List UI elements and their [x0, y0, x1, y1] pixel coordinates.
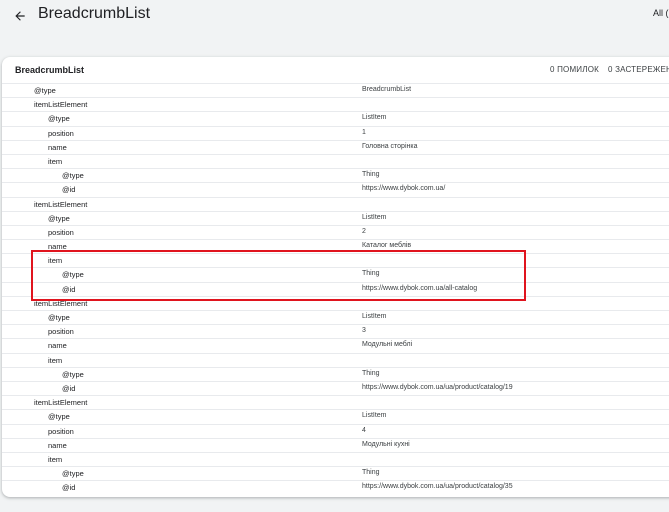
property-value: ListItem — [362, 412, 387, 420]
table-row: @type Thing — [2, 366, 669, 381]
property-value: Каталог меблів — [362, 242, 412, 250]
page-title: BreadcrumbList — [38, 5, 151, 22]
filter-dropdown[interactable]: All ( — [653, 8, 669, 18]
property-value: Thing — [362, 171, 380, 179]
structured-data-card: BreadcrumbList 0 ПОМИЛОК 0 ЗАСТЕРЕЖЕН @t… — [2, 57, 669, 497]
property-name: @type — [48, 313, 70, 322]
property-name: item — [48, 156, 63, 166]
error-count: 0 ПОМИЛОК — [550, 65, 599, 74]
property-value: Thing — [362, 369, 380, 377]
table-row: position 3 — [2, 324, 669, 338]
property-value: https://www.dybok.com.ua/ua/product/cata… — [362, 483, 513, 491]
property-name: @type — [62, 469, 84, 479]
property-value: ListItem — [362, 313, 387, 320]
table-row: @type Thing — [2, 466, 669, 480]
arrow-back-icon — [15, 11, 25, 21]
table-row: item — [2, 253, 669, 267]
table-row: position 1 — [2, 125, 669, 140]
table-row: itemListElement — [2, 295, 669, 310]
property-name: @type — [62, 270, 84, 280]
property-value: BreadcrumbList — [362, 86, 412, 93]
table-row: itemListElement — [2, 97, 669, 111]
property-value: https://www.dybok.com.ua/ua/product/cata… — [362, 383, 513, 391]
table-row: @type Thing — [2, 168, 669, 182]
property-name: @id — [62, 185, 76, 195]
table-row: name Модульні меблі — [2, 338, 669, 352]
property-name: position — [48, 227, 74, 237]
property-name: itemListElement — [34, 398, 88, 408]
table-row: name Модульні кухні — [2, 437, 669, 452]
property-name: @type — [48, 412, 70, 422]
property-value: ListItem — [362, 114, 387, 122]
property-name: position — [48, 128, 74, 138]
table-row: item — [2, 352, 669, 367]
property-value: ListItem — [362, 213, 387, 221]
table-row: @id https://www.dybok.com.ua/ua/product/c… — [2, 380, 669, 395]
table-row: item — [2, 153, 669, 168]
property-value: Модульні кухні — [362, 440, 410, 448]
property-name: item — [48, 355, 63, 365]
table-row: name Головна сторінка — [2, 139, 669, 154]
table-row: @type ListItem — [2, 310, 669, 324]
table-row: name Каталог меблів — [2, 239, 669, 253]
property-name: @type — [62, 171, 84, 181]
property-name: name — [48, 142, 67, 152]
table-row: @id https://www.dybok.com.ua/ — [2, 182, 669, 196]
table-row: @type ListItem — [2, 210, 669, 225]
property-name: name — [48, 440, 67, 450]
table-row: position 4 — [2, 423, 669, 438]
card-header[interactable]: BreadcrumbList 0 ПОМИЛОК 0 ЗАСТЕРЕЖЕН — [2, 57, 669, 83]
property-name: item — [48, 256, 63, 266]
property-name: position — [48, 426, 74, 436]
property-name: position — [48, 327, 74, 337]
property-name: name — [48, 341, 67, 351]
back-button[interactable] — [10, 6, 30, 26]
table-row: itemListElement — [2, 395, 669, 409]
property-name: @id — [62, 483, 76, 493]
property-name: name — [48, 242, 67, 252]
property-value: Модульні меблі — [362, 341, 413, 349]
table-row: @type ListItem — [2, 409, 669, 423]
property-name: item — [48, 454, 63, 464]
table-row: @id https://www.dybok.com.ua/all-catalog — [2, 281, 669, 296]
table-row: item — [2, 451, 669, 466]
table-row: @type ListItem — [2, 111, 669, 125]
table-row: itemListElement — [2, 196, 669, 211]
property-name: itemListElement — [34, 199, 88, 209]
property-name: @id — [62, 383, 76, 393]
property-name: @type — [62, 369, 84, 379]
property-value: Thing — [362, 270, 380, 278]
property-name: itemListElement — [34, 298, 88, 308]
property-value: https://www.dybok.com.ua/all-catalog — [362, 284, 478, 292]
table-row: position 2 — [2, 224, 669, 239]
property-name: @type — [48, 213, 70, 223]
property-value: https://www.dybok.com.ua/ — [362, 185, 446, 193]
property-name: @type — [48, 114, 70, 124]
property-value: 3 — [362, 327, 366, 335]
card-title: BreadcrumbList — [15, 65, 85, 75]
property-name: @id — [62, 284, 76, 294]
property-value: 4 — [362, 426, 366, 434]
table-row: @id https://www.dybok.com.ua/ua/product/c… — [2, 480, 669, 494]
property-table: @type BreadcrumbList itemListElement @type L… — [2, 83, 669, 494]
table-row: @type Thing — [2, 267, 669, 281]
top-bar: BreadcrumbList All ( — [0, 0, 669, 36]
warning-count: 0 ЗАСТЕРЕЖЕН — [608, 65, 669, 74]
property-value: 1 — [362, 128, 366, 136]
table-row: @type BreadcrumbList — [2, 83, 669, 97]
property-value: Thing — [362, 469, 380, 477]
property-name: itemListElement — [34, 100, 88, 110]
property-value: Головна сторінка — [362, 142, 418, 150]
property-value: 2 — [362, 227, 366, 235]
property-name: @type — [34, 86, 56, 95]
